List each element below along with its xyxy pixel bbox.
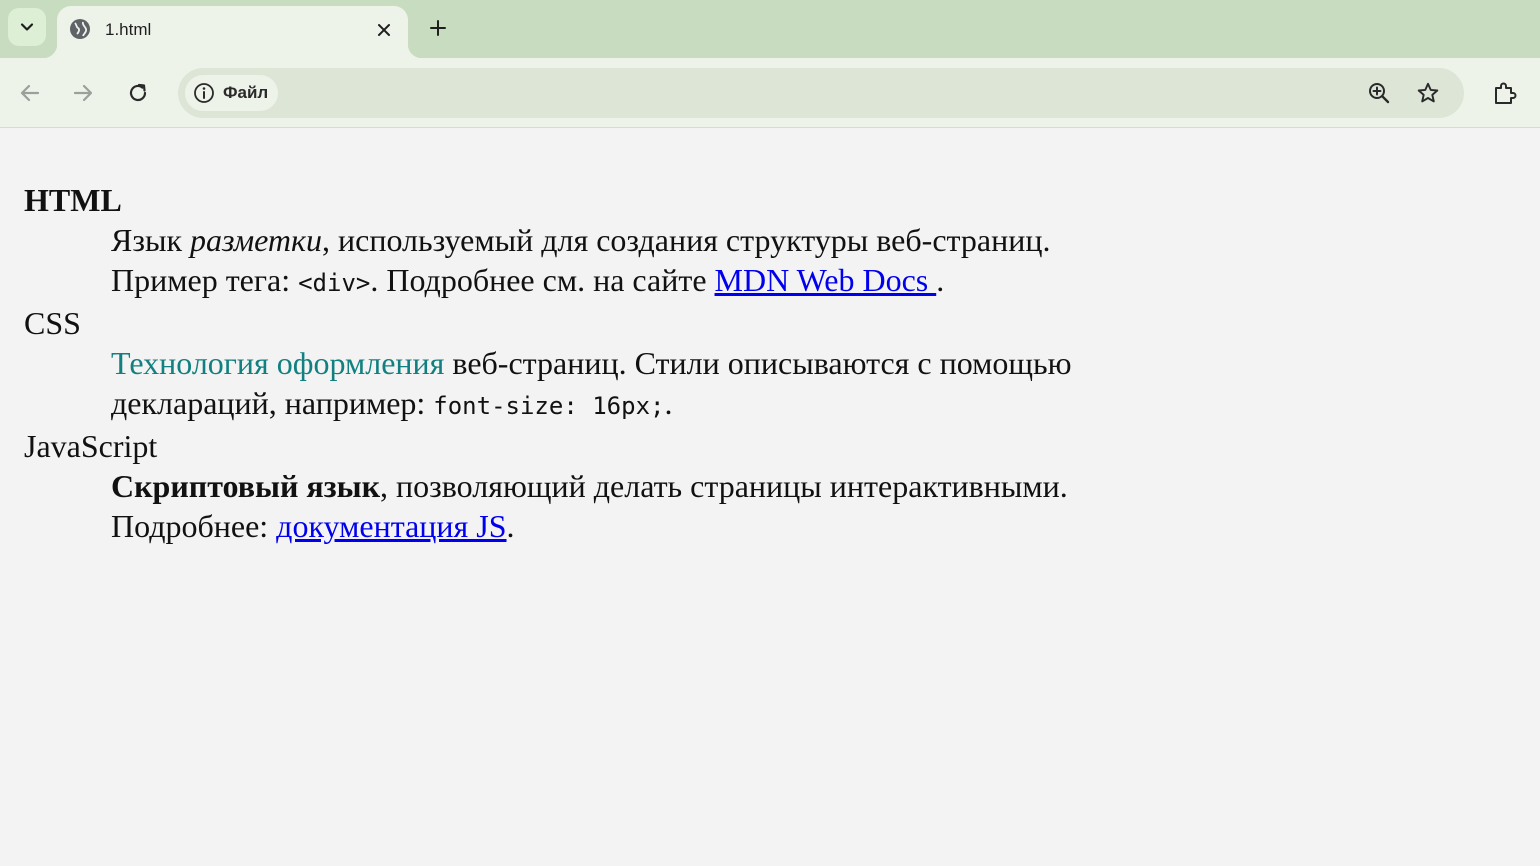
term-html: HTML [24, 182, 122, 218]
chevron-down-icon [20, 23, 34, 31]
term-javascript: JavaScript [24, 428, 158, 464]
css-def-text-2: . [664, 385, 673, 421]
globe-icon [70, 19, 90, 39]
definition-html: Язык разметки, используемый для создания… [111, 220, 1084, 303]
html-def-emphasis: разметки [190, 222, 322, 258]
reload-icon [129, 83, 147, 102]
extensions-button[interactable] [1490, 78, 1520, 108]
info-icon [194, 83, 214, 103]
html-def-code: <div> [298, 269, 371, 297]
html-def-text-3: . Подробнее см. на сайте [370, 262, 715, 298]
tab-strip: 1.html [0, 0, 1540, 58]
term-css: CSS [24, 305, 81, 341]
tab-close-button[interactable] [372, 18, 396, 42]
browser-toolbar: Файл [0, 58, 1540, 128]
html-def-text-1: Язык [111, 222, 191, 258]
forward-button[interactable] [68, 78, 98, 108]
css-def-code: font-size: 16px; [433, 392, 665, 420]
js-docs-link[interactable]: документация JS [276, 508, 506, 544]
definition-javascript: Скриптовый язык, позволяющий делать стра… [111, 466, 1084, 546]
active-tab[interactable]: 1.html [43, 6, 422, 58]
reload-button[interactable] [123, 78, 153, 108]
definition-list: HTML Язык разметки, используемый для соз… [24, 180, 1084, 546]
tab-search-button[interactable] [8, 8, 46, 46]
mdn-link[interactable]: MDN Web Docs [715, 262, 937, 298]
page-content: HTML Язык разметки, используемый для соз… [24, 180, 1084, 546]
tab-title: 1.html [105, 20, 152, 39]
star-icon [1417, 82, 1439, 103]
js-def-text-2: . [506, 508, 515, 544]
js-def-bold: Скриптовый язык [111, 468, 381, 504]
puzzle-icon [1495, 82, 1517, 104]
back-button[interactable] [15, 78, 45, 108]
zoom-in-icon [1369, 83, 1390, 104]
site-info-chip[interactable]: Файл [185, 75, 278, 111]
site-chip-label: Файл [223, 83, 269, 102]
arrow-left-icon [20, 84, 40, 102]
bookmark-button[interactable] [1414, 79, 1442, 107]
zoom-button[interactable] [1365, 79, 1393, 107]
html-def-text-4: . [936, 262, 945, 298]
arrow-right-icon [73, 84, 93, 102]
new-tab-button[interactable] [424, 14, 452, 42]
css-def-highlight: Технология оформления [111, 345, 445, 381]
definition-css: Технология оформления веб-страниц. Стили… [111, 343, 1084, 426]
plus-icon [430, 20, 446, 36]
close-icon [378, 24, 390, 36]
address-bar[interactable]: Файл [178, 68, 1464, 118]
